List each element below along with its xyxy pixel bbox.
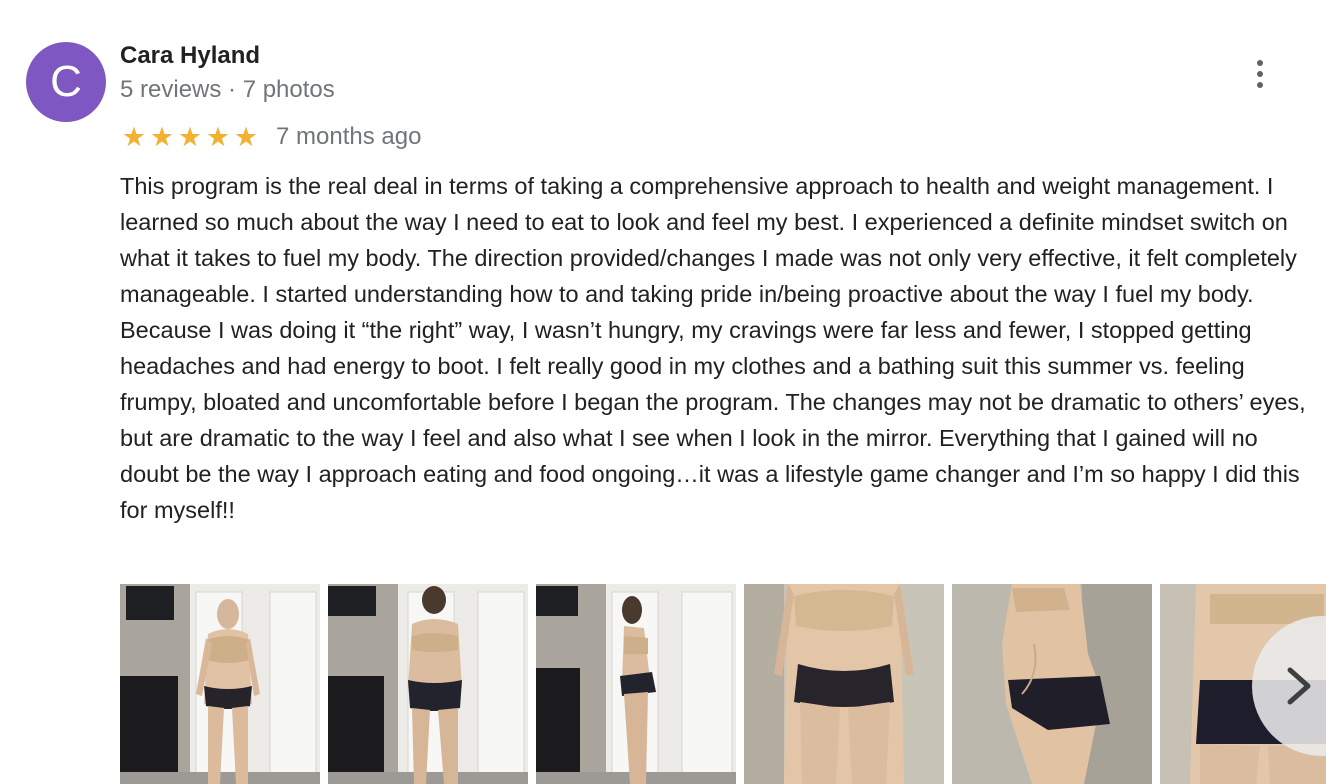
author-meta: 5 reviews · 7 photos xyxy=(120,76,335,103)
review-photo-1[interactable] xyxy=(120,584,320,784)
star-rating: ★ ★ ★ ★ ★ xyxy=(120,120,260,154)
more-vert-icon xyxy=(1257,58,1263,91)
star-icon: ★ xyxy=(233,122,259,152)
chevron-right-icon xyxy=(1287,667,1311,705)
review-photo-2[interactable] xyxy=(328,584,528,784)
star-icon: ★ xyxy=(149,122,175,152)
star-icon: ★ xyxy=(121,122,147,152)
review-photo-5[interactable] xyxy=(952,584,1152,784)
author-name[interactable]: Cara Hyland xyxy=(120,42,260,70)
avatar-initial: C xyxy=(50,57,82,106)
avatar[interactable]: C xyxy=(26,42,106,122)
review-date: 7 months ago xyxy=(276,123,422,150)
photo-strip xyxy=(120,584,1326,784)
rating-row: ★ ★ ★ ★ ★ 7 months ago xyxy=(120,120,422,154)
review-card: C Cara Hyland 5 reviews · 7 photos ★ ★ ★… xyxy=(0,0,1326,784)
review-text: This program is the real deal in terms o… xyxy=(120,173,1306,523)
star-icon: ★ xyxy=(177,122,203,152)
review-photo-3[interactable] xyxy=(536,584,736,784)
more-options-button[interactable] xyxy=(1244,56,1276,92)
star-icon: ★ xyxy=(205,122,231,152)
review-photo-4[interactable] xyxy=(744,584,944,784)
